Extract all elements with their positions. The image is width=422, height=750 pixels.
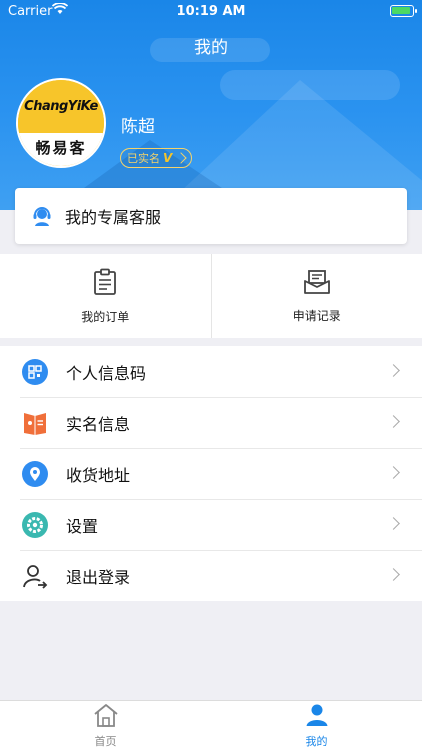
customer-service-card[interactable]: 我的专属客服	[15, 188, 407, 244]
service-label: 我的专属客服	[65, 208, 162, 227]
chevron-right-icon	[387, 568, 400, 581]
verified-label: 已实名	[127, 152, 160, 165]
customer-service-icon	[29, 203, 55, 229]
qr-code-icon	[22, 358, 48, 385]
menu-label: 收货地址	[66, 465, 131, 485]
menu-item-shipping-address[interactable]: 收货地址	[0, 448, 422, 499]
menu-label: 退出登录	[66, 567, 131, 587]
chevron-right-icon	[387, 517, 400, 530]
tab-home-label: 首页	[94, 734, 117, 748]
chevron-right-icon	[175, 152, 187, 164]
home-icon	[93, 703, 119, 731]
tab-home[interactable]: 首页	[0, 701, 211, 750]
user-icon	[305, 703, 329, 731]
avatar-brand-name: 畅易客	[35, 139, 87, 158]
application-records-button[interactable]: 申请记录	[210, 254, 422, 338]
status-time: 10:19 AM	[176, 4, 246, 19]
verified-badge[interactable]: 已实名 V	[120, 148, 193, 168]
logout-user-icon	[22, 563, 48, 589]
tab-me[interactable]: 我的	[211, 701, 422, 750]
tab-bar: 首页 我的	[0, 700, 422, 750]
avatar-brand-text: ChangYiKe	[24, 99, 98, 115]
settings-menu: 个人信息码 实名信息 收货地址 设置 退出登录	[0, 346, 422, 601]
my-orders-label: 我的订单	[81, 309, 130, 324]
verified-v-icon: V	[163, 151, 173, 165]
chevron-right-icon	[387, 466, 400, 479]
gear-icon	[22, 511, 48, 538]
menu-item-logout[interactable]: 退出登录	[0, 550, 422, 601]
chevron-right-icon	[387, 415, 400, 428]
envelope-tray-icon	[303, 269, 331, 299]
clipboard-icon	[93, 268, 117, 300]
menu-item-real-name-info[interactable]: 实名信息	[0, 397, 422, 448]
id-card-icon	[22, 410, 48, 436]
menu-label: 设置	[66, 516, 99, 536]
location-pin-icon	[22, 460, 48, 487]
battery-icon	[390, 5, 417, 17]
tab-me-label: 我的	[305, 734, 328, 748]
application-records-label: 申请记录	[292, 308, 341, 323]
avatar[interactable]: ChangYiKe 畅易客	[16, 78, 106, 168]
menu-label: 实名信息	[66, 414, 131, 434]
menu-item-personal-qr[interactable]: 个人信息码	[0, 346, 422, 397]
status-bar: Carrier 10:19 AM	[0, 0, 422, 24]
my-orders-button[interactable]: 我的订单	[0, 254, 211, 338]
username: 陈超	[121, 117, 155, 137]
chevron-right-icon	[387, 364, 400, 377]
quick-actions: 我的订单 申请记录	[0, 254, 422, 338]
menu-label: 个人信息码	[66, 363, 147, 383]
page-title: 我的	[194, 38, 228, 58]
profile-header: Carrier 10:19 AM 我的 ChangYiKe 畅易客 陈超 已实名…	[0, 0, 422, 210]
menu-item-settings[interactable]: 设置	[0, 499, 422, 550]
